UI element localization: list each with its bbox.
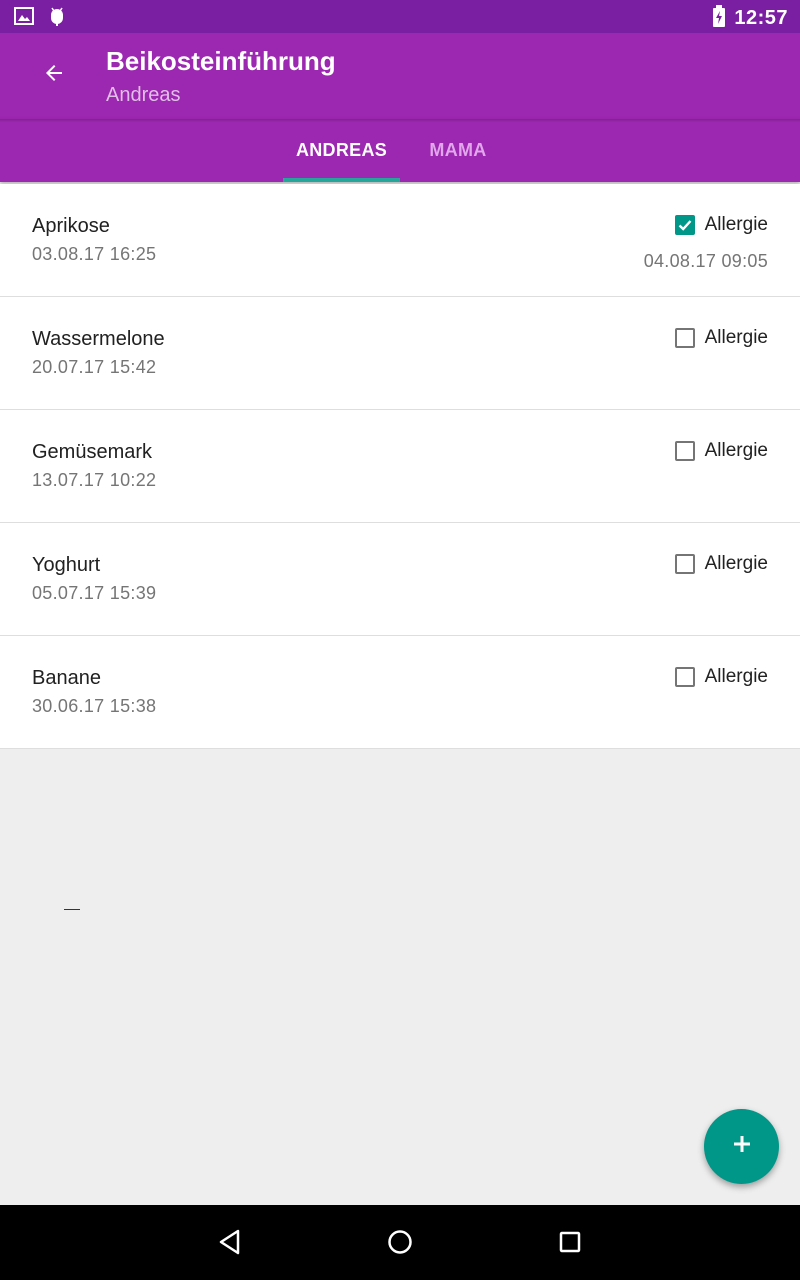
- nav-home-button[interactable]: [378, 1222, 422, 1266]
- food-name: Wassermelone: [32, 328, 165, 350]
- allergy-toggle[interactable]: Allergie: [674, 327, 768, 349]
- status-time: 12:57: [734, 7, 788, 29]
- allergy-label: Allergie: [704, 666, 768, 687]
- nav-recents-button[interactable]: [548, 1222, 592, 1266]
- food-name: Aprikose: [32, 215, 110, 237]
- allergy-toggle[interactable]: Allergie: [674, 666, 768, 688]
- stray-mark: [64, 909, 80, 910]
- allergy-label: Allergie: [704, 327, 768, 348]
- image-notification-icon: [14, 7, 34, 30]
- list-item[interactable]: Aprikose 03.08.17 16:25 Allergie 04.08.1…: [0, 184, 800, 297]
- allergy-label: Allergie: [704, 214, 768, 235]
- page-title: Beikosteinführung: [106, 46, 336, 76]
- tab-mama[interactable]: MAMA: [400, 119, 516, 182]
- back-triangle-icon: [217, 1229, 243, 1260]
- food-name: Gemüsemark: [32, 441, 153, 463]
- allergy-label: Allergie: [704, 440, 768, 461]
- home-circle-icon: [387, 1229, 413, 1260]
- allergy-checkbox[interactable]: [674, 441, 695, 461]
- app-bar: Beikosteinführung Andreas: [0, 33, 800, 119]
- navigation-bar: [0, 1205, 800, 1280]
- appbar-divider: [0, 119, 800, 122]
- list-item[interactable]: Banane 30.06.17 15:38 Allergie: [0, 636, 800, 749]
- food-list: Aprikose 03.08.17 16:25 Allergie 04.08.1…: [0, 184, 800, 749]
- tab-indicator: [283, 178, 400, 182]
- arrow-back-icon: [42, 61, 66, 90]
- food-name: Yoghurt: [32, 554, 101, 576]
- allergy-toggle[interactable]: Allergie: [674, 214, 768, 236]
- food-date: 13.07.17 10:22: [32, 470, 157, 490]
- allergy-toggle[interactable]: Allergie: [674, 440, 768, 462]
- allergy-checkbox-checked[interactable]: [674, 215, 695, 235]
- tab-bar: ANDREAS MAMA: [0, 119, 800, 182]
- recents-square-icon: [558, 1230, 582, 1259]
- food-date: 20.07.17 15:42: [32, 357, 157, 377]
- food-date: 30.06.17 15:38: [32, 696, 157, 716]
- allergy-toggle[interactable]: Allergie: [674, 553, 768, 575]
- plus-icon: [732, 1134, 752, 1159]
- back-button[interactable]: [30, 55, 78, 95]
- food-date: 03.08.17 16:25: [32, 244, 157, 264]
- list-item[interactable]: Yoghurt 05.07.17 15:39 Allergie: [0, 523, 800, 636]
- allergy-checkbox[interactable]: [674, 328, 695, 348]
- allergy-date: 04.08.17 09:05: [643, 251, 768, 271]
- allergy-label: Allergie: [704, 553, 768, 574]
- list-item[interactable]: Wassermelone 20.07.17 15:42 Allergie: [0, 297, 800, 410]
- status-bar: 12:57: [0, 0, 800, 33]
- page-subtitle: Andreas: [106, 84, 181, 106]
- food-name: Banane: [32, 667, 101, 689]
- nav-back-button[interactable]: [208, 1222, 252, 1266]
- tab-andreas[interactable]: ANDREAS: [283, 119, 400, 182]
- android-debug-icon: [48, 6, 66, 31]
- battery-charging-icon: [712, 5, 726, 32]
- allergy-checkbox[interactable]: [674, 667, 695, 687]
- allergy-checkbox[interactable]: [674, 554, 695, 574]
- food-date: 05.07.17 15:39: [32, 583, 157, 603]
- add-food-button[interactable]: [704, 1109, 779, 1184]
- list-item[interactable]: Gemüsemark 13.07.17 10:22 Allergie: [0, 410, 800, 523]
